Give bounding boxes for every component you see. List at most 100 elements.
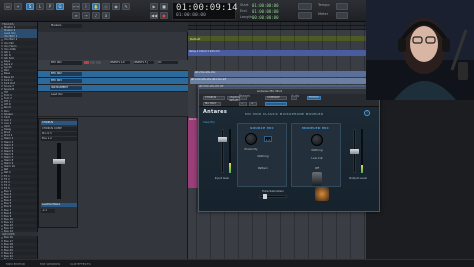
track-visibility-icon[interactable] xyxy=(1,91,3,94)
track-visibility-icon[interactable] xyxy=(1,103,3,106)
track-visibility-icon[interactable] xyxy=(1,88,3,91)
track-selector[interactable]: CHORUS xyxy=(203,96,225,100)
track-visibility-icon[interactable] xyxy=(1,171,3,174)
track-visibility-icon[interactable] xyxy=(1,137,3,140)
track-visibility-icon[interactable] xyxy=(1,147,3,150)
track-visibility-icon[interactable] xyxy=(1,205,3,208)
track-visibility-icon[interactable] xyxy=(1,252,3,255)
track-visibility-icon[interactable] xyxy=(1,82,3,85)
track-visibility-icon[interactable] xyxy=(1,94,3,97)
tab-to-transient-icon[interactable]: → xyxy=(82,12,90,19)
track-visibility-icon[interactable] xyxy=(1,32,3,35)
track-visibility-icon[interactable] xyxy=(1,175,3,178)
selector-tool-icon[interactable]: I xyxy=(82,3,90,10)
track-visibility-icon[interactable] xyxy=(1,221,3,224)
send-slot[interactable]: Bus 1-2 xyxy=(41,137,77,141)
track-visibility-icon[interactable] xyxy=(1,76,3,79)
track-visibility-icon[interactable] xyxy=(1,57,3,60)
minus-button[interactable]: − xyxy=(239,102,247,106)
track-visibility-icon[interactable] xyxy=(1,119,3,122)
spot-mode-button[interactable]: P xyxy=(46,3,54,10)
track-visibility-icon[interactable] xyxy=(1,42,3,45)
track-visibility-icon[interactable] xyxy=(1,38,3,41)
track-visibility-icon[interactable] xyxy=(1,116,3,119)
record-icon[interactable]: ● xyxy=(160,12,168,19)
bypass-button[interactable]: BYPASS xyxy=(307,96,321,100)
track-visibility-icon[interactable] xyxy=(1,193,3,196)
track-name[interactable]: BTC 003 xyxy=(50,79,82,83)
play-icon[interactable]: ▶ xyxy=(150,3,158,10)
track-visibility-icon[interactable] xyxy=(1,128,3,131)
proximity-knob[interactable] xyxy=(245,133,257,145)
proximity-readout[interactable]: 1.0 xyxy=(264,136,272,142)
volume-fader-track[interactable] xyxy=(57,143,61,199)
track-visibility-icon[interactable] xyxy=(1,125,3,128)
track-row-selected[interactable]: BTC 003 xyxy=(38,78,188,85)
track-visibility-icon[interactable] xyxy=(1,236,3,239)
end-value[interactable]: 01:00:00:00 xyxy=(252,9,279,14)
plus-button[interactable]: + xyxy=(249,102,257,106)
track-visibility-icon[interactable] xyxy=(1,69,3,72)
plugin-selector[interactable]: Mic Mod xyxy=(203,102,221,106)
track-visibility-icon[interactable] xyxy=(1,113,3,116)
track-visibility-icon[interactable] xyxy=(1,97,3,100)
track-visibility-icon[interactable] xyxy=(1,66,3,69)
link-icon[interactable]: ∞ xyxy=(72,12,80,19)
track-visibility-icon[interactable] xyxy=(1,162,3,165)
start-value[interactable]: 01:00:00:00 xyxy=(252,3,279,8)
track-visibility-icon[interactable] xyxy=(1,85,3,88)
track-visibility-icon[interactable] xyxy=(1,227,3,230)
preset-menu[interactable]: <factory default> xyxy=(227,96,247,101)
marker-ruler[interactable]: Default xyxy=(188,36,366,41)
track-visibility-icon[interactable] xyxy=(1,199,3,202)
rewind-icon[interactable]: ◀◀ xyxy=(150,12,158,19)
track-visibility-icon[interactable] xyxy=(1,72,3,75)
help-icon[interactable]: ? xyxy=(364,110,370,116)
pre-roll-button[interactable] xyxy=(298,3,312,10)
clip[interactable]: Verse 1 Chord 1 Intro Ch xyxy=(188,50,366,56)
track-name[interactable]: BTC 001 xyxy=(50,61,82,65)
stop-icon[interactable]: ■ xyxy=(160,3,168,10)
record-arm-button[interactable] xyxy=(84,61,89,64)
track-visibility-icon[interactable] xyxy=(1,240,3,243)
meter-field[interactable] xyxy=(336,12,348,19)
track-row-selected[interactable]: INSTRUMENT xyxy=(38,85,188,92)
track-visibility-icon[interactable] xyxy=(1,249,3,252)
track-visibility-icon[interactable] xyxy=(1,122,3,125)
tube-saturation-thumb[interactable] xyxy=(263,194,267,199)
track-visibility-icon[interactable] xyxy=(1,150,3,153)
clip-effects-tab[interactable]: CLIP EFFECTS xyxy=(70,262,91,266)
zoom-button[interactable]: ▭ xyxy=(4,3,12,10)
zoom-in-button[interactable]: + xyxy=(14,3,22,10)
track-name[interactable]: INSTRUMENT xyxy=(50,86,82,90)
track-visibility-icon[interactable] xyxy=(1,156,3,159)
shuffle-mode-button[interactable]: S xyxy=(26,3,34,10)
tempo-field[interactable] xyxy=(336,3,348,10)
track-visibility-icon[interactable] xyxy=(1,131,3,134)
groups-header[interactable]: GROUPS xyxy=(0,232,38,236)
track-visibility-icon[interactable] xyxy=(1,45,3,48)
mute-button[interactable] xyxy=(96,61,101,64)
mirror-midi-icon[interactable]: ♪ xyxy=(92,12,100,19)
track-visibility-icon[interactable] xyxy=(1,190,3,193)
view-eq-button[interactable]: View EQ xyxy=(203,120,215,124)
length-value[interactable]: 00:00:00:00 xyxy=(252,15,279,20)
modeled-mic-knob[interactable] xyxy=(311,134,323,146)
input-gain-fader[interactable] xyxy=(221,129,224,173)
track-visibility-icon[interactable] xyxy=(1,60,3,63)
track-visibility-icon[interactable] xyxy=(1,243,3,246)
slip-mode-button[interactable]: L xyxy=(36,3,44,10)
keyboard-focus-icon[interactable]: a xyxy=(102,12,110,19)
midi-editor-tab[interactable]: MIDI EDITOR xyxy=(6,262,25,266)
track-visibility-icon[interactable] xyxy=(1,54,3,57)
track-visibility-icon[interactable] xyxy=(1,106,3,109)
insert-slot-a[interactable]: CHORUS COMP xyxy=(41,127,77,131)
track-visibility-icon[interactable] xyxy=(1,218,3,221)
compare-toggle[interactable] xyxy=(265,102,287,106)
track-visibility-icon[interactable] xyxy=(1,202,3,205)
track-visibility-icon[interactable] xyxy=(1,181,3,184)
track-visibility-icon[interactable] xyxy=(1,29,3,32)
track-name-slot[interactable]: CHORUS xyxy=(41,121,77,125)
track-visibility-icon[interactable] xyxy=(1,63,3,66)
track-visibility-icon[interactable] xyxy=(1,141,3,144)
